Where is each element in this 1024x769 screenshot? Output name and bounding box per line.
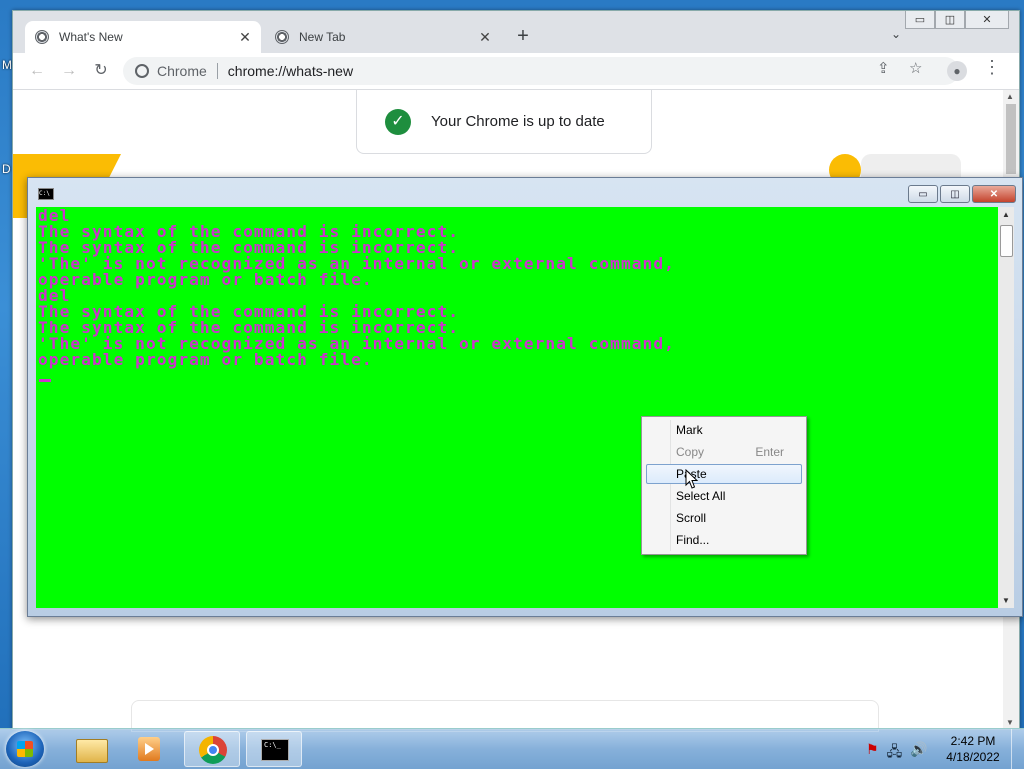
share-icon[interactable]: ⇪ [877,59,890,77]
scrollbar-thumb[interactable] [1000,225,1013,257]
scroll-down-arrow-icon[interactable]: ▼ [1002,596,1010,605]
chrome-favicon-icon [275,30,289,44]
update-status-text: Your Chrome is up to date [431,113,605,130]
window-controls: ▭ ◫ ✕ [905,11,1009,31]
taskbar-media-player[interactable] [122,731,178,767]
maximize-button[interactable]: ◫ [935,11,965,29]
menu-item-copy[interactable]: Copy Enter [646,442,802,462]
menu-item-label: Select All [676,489,726,503]
taskbar-explorer[interactable] [62,731,118,767]
omnibox[interactable]: Chrome chrome://whats-new [123,57,959,85]
console-text: del The syntax of the command is incorre… [38,207,675,369]
cmd-icon: C:\_ [261,739,289,761]
menu-item-label: Mark [676,423,703,437]
cmd-maximize-button[interactable]: ◫ [940,185,970,203]
scrollbar-thumb[interactable] [1006,104,1016,174]
action-center-flag-icon[interactable]: ⚑ [866,741,879,765]
console-context-menu: Mark Copy Enter Paste Select All Scroll F… [641,416,807,555]
volume-icon[interactable]: 🔊 [910,741,927,765]
tab-close-icon[interactable]: ✕ [475,29,495,46]
update-status-card: ✓ Your Chrome is up to date [356,90,652,154]
new-tab-button[interactable]: + [513,25,533,47]
cmd-window-icon[interactable]: C:\ [38,188,54,200]
chrome-icon [199,736,227,764]
clock-date: 4/18/2022 [946,750,1000,764]
clock-time: 2:42 PM [950,734,996,748]
omnibox-separator [216,63,218,79]
start-button[interactable] [6,731,44,767]
show-desktop-button[interactable] [1011,729,1024,769]
taskbar-cmd[interactable]: C:\_ [246,731,302,767]
tab-new-tab[interactable]: New Tab ✕ [265,21,501,53]
scroll-up-arrow-icon[interactable]: ▲ [1002,210,1010,219]
console-cursor [39,379,51,382]
checkmark-icon: ✓ [385,108,411,135]
network-icon[interactable]: 🖧 [887,741,903,765]
minimize-button[interactable]: ▭ [905,11,935,29]
menu-item-paste[interactable]: Paste [646,464,802,484]
cmd-minimize-button[interactable]: ▭ [908,185,938,203]
chrome-favicon-icon [35,30,49,44]
windows-logo-icon [17,741,33,757]
omnibox-site-chip: Chrome [157,63,207,79]
mouse-pointer-icon [685,469,699,489]
console-output-area[interactable]: del The syntax of the command is incorre… [36,207,998,608]
back-icon[interactable]: ← [27,61,47,81]
reload-icon[interactable]: ↻ [91,61,111,81]
menu-item-accelerator: Enter [755,445,784,459]
profile-avatar-icon[interactable]: ● [947,61,967,81]
menu-item-mark[interactable]: Mark [646,420,802,440]
folder-icon [76,739,108,763]
bookmark-star-icon[interactable]: ☆ [909,59,922,77]
chrome-toolbar: ← → ↻ Chrome chrome://whats-new ⇪ ☆ ● ⋮ [13,53,1019,90]
menu-item-label: Find... [676,533,710,547]
desktop-icon-label: M [2,58,12,72]
media-player-icon [138,737,160,761]
desktop-icon-label: D [2,162,11,176]
omnibox-url[interactable]: chrome://whats-new [228,63,353,79]
taskbar-chrome[interactable] [184,731,240,767]
scroll-down-arrow-icon[interactable]: ▼ [1006,718,1014,727]
chrome-site-icon [135,64,149,78]
scroll-up-arrow-icon[interactable]: ▲ [1006,92,1014,101]
console-scrollbar[interactable]: ▲ ▼ [998,207,1014,608]
tab-close-icon[interactable]: ✕ [235,29,255,46]
system-tray: ⚑ 🖧 🔊 [866,741,928,765]
tab-whats-new[interactable]: What's New ✕ [25,21,261,53]
menu-item-find[interactable]: Find... [646,530,802,550]
menu-item-select-all[interactable]: Select All [646,486,802,506]
tab-search-icon[interactable]: ⌄ [891,27,901,41]
menu-item-label: Scroll [676,511,707,525]
taskbar: C:\_ ⚑ 🖧 🔊 2:42 PM 4/18/2022 [0,728,1024,769]
command-prompt-window: C:\ ▭ ◫ ✕ del The syntax of the command … [27,177,1023,617]
menu-item-scroll[interactable]: Scroll [646,508,802,528]
tab-label: New Tab [299,30,346,44]
menu-kebab-icon[interactable]: ⋮ [983,57,1001,78]
tab-strip: What's New ✕ New Tab ✕ + ⌄ ▭ ◫ ✕ [13,11,1019,53]
tab-label: What's New [59,30,123,44]
close-button[interactable]: ✕ [965,11,1009,29]
forward-icon[interactable]: → [59,61,79,81]
cmd-close-button[interactable]: ✕ [972,185,1016,203]
system-clock[interactable]: 2:42 PM 4/18/2022 [940,733,1006,765]
cmd-window-controls: ▭ ◫ ✕ [908,185,1016,203]
menu-item-label: Copy [676,445,705,459]
